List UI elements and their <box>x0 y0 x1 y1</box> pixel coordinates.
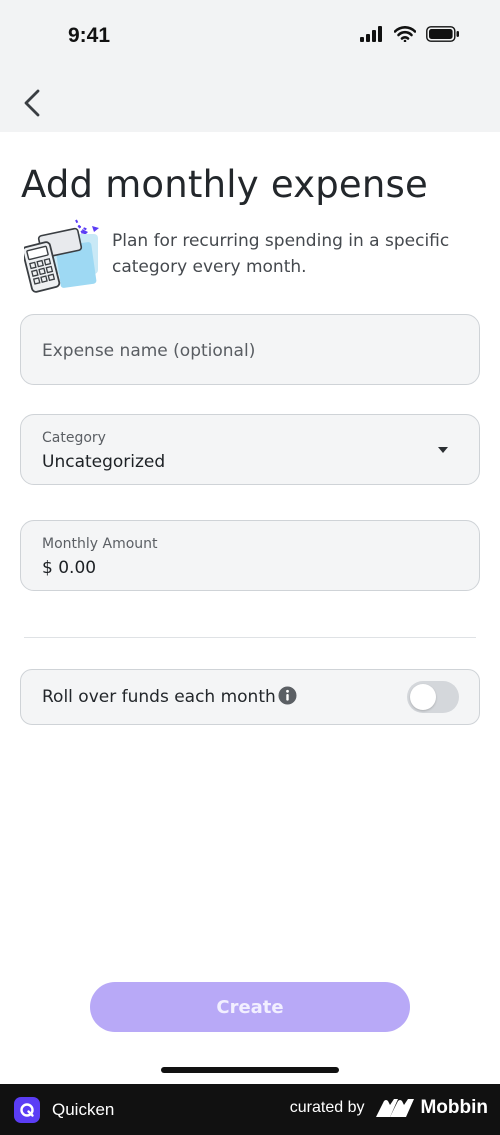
expense-name-placeholder: Expense name (optional) <box>42 341 256 361</box>
home-indicator <box>161 1067 339 1073</box>
footer-curated: curated by Mobbin <box>290 1097 488 1119</box>
status-time: 9:41 <box>68 24 111 47</box>
battery-icon <box>426 26 459 42</box>
divider <box>24 637 476 638</box>
category-value: Uncategorized <box>42 452 166 472</box>
mobbin-logo-icon <box>376 1099 415 1117</box>
back-button[interactable] <box>16 85 48 121</box>
footer-brand: Quicken <box>14 1097 114 1123</box>
quicken-logo-icon <box>14 1097 40 1123</box>
signal-icon <box>360 26 382 42</box>
info-icon[interactable] <box>278 686 297 705</box>
mobbin-brand: Mobbin <box>376 1097 488 1119</box>
monthly-amount-value: $ 0.00 <box>42 558 97 578</box>
expense-name-field[interactable]: Expense name (optional) <box>20 314 480 385</box>
back-chevron-icon <box>24 89 40 117</box>
curated-by-text: curated by <box>289 1099 365 1116</box>
monthly-amount-label: Monthly Amount <box>42 536 158 552</box>
monthly-amount-field[interactable]: Monthly Amount $ 0.00 <box>20 520 480 591</box>
caret-down-icon <box>438 447 448 453</box>
create-button[interactable]: Create <box>90 982 410 1032</box>
mobbin-name: Mobbin <box>420 1097 488 1118</box>
rollover-label: Roll over funds each month <box>42 687 276 707</box>
wifi-icon <box>394 26 416 42</box>
category-select[interactable]: Category Uncategorized <box>20 414 480 485</box>
intro-description: Plan for recurring spending in a specifi… <box>112 231 450 277</box>
status-bar: 9:41 <box>0 0 500 75</box>
footer-bar: Quicken curated by Mobbin <box>0 1084 500 1135</box>
footer-app-name: Quicken <box>52 1100 115 1119</box>
rollover-row: Roll over funds each month <box>20 669 480 725</box>
nav-bar <box>0 75 500 132</box>
category-label: Category <box>42 430 106 446</box>
page-title: Add monthly expense <box>21 163 428 206</box>
rollover-toggle[interactable] <box>407 681 459 713</box>
intro-section: Plan for recurring spending in a specifi… <box>24 214 484 294</box>
calculator-illustration-icon <box>24 219 99 293</box>
status-icons <box>360 26 460 42</box>
toggle-knob <box>410 684 436 710</box>
